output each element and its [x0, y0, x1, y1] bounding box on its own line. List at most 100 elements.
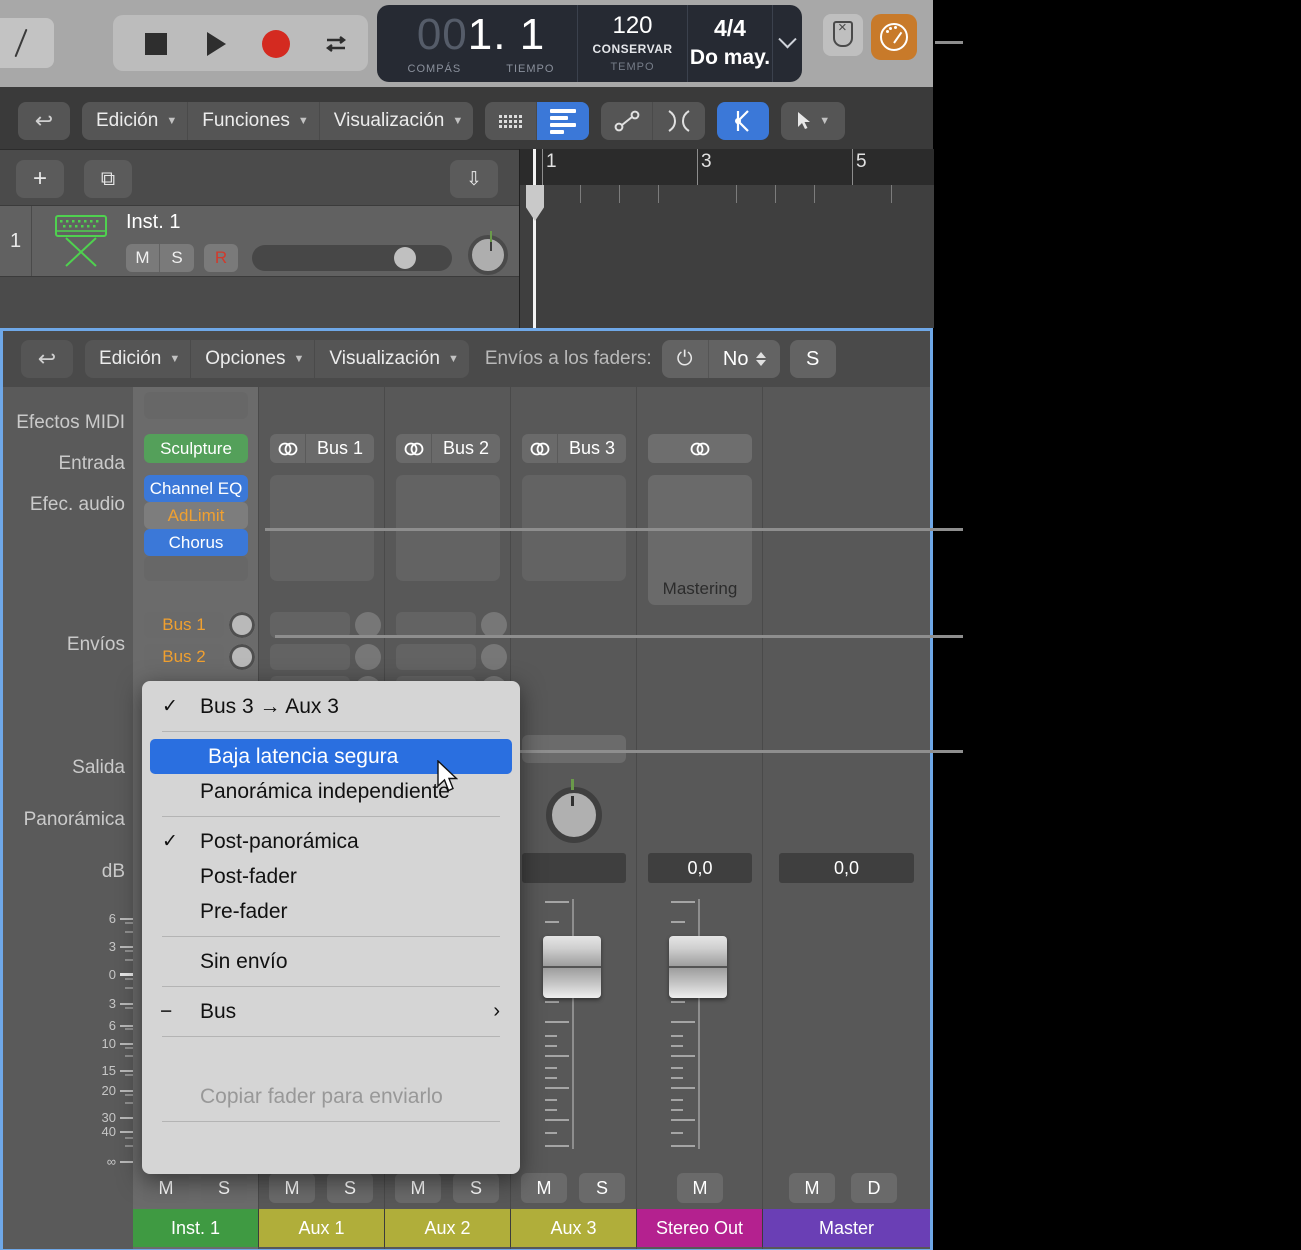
lcd-signature-section[interactable]: 4/4 Do may. [687, 5, 772, 82]
send-context-menu[interactable]: ✓ Bus 3 → Aux 3 Baja latencia segura Pan… [142, 681, 520, 1174]
duplicate-track-button[interactable]: ⧉ [84, 160, 132, 198]
grid-view-button[interactable] [485, 102, 538, 140]
channel-strip-master[interactable]: 0,0 M D [763, 387, 930, 1249]
track-volume-slider[interactable] [252, 245, 452, 271]
channel-name-aux-2[interactable]: Aux 2 [385, 1209, 511, 1247]
track-record-button[interactable]: R [204, 244, 238, 272]
menu-visualizacion[interactable]: Visualización ▼ [320, 102, 473, 140]
ctx-item-panoramica-independiente[interactable]: Panorámica independiente [142, 774, 520, 809]
audio-fx-slot-4[interactable] [144, 556, 248, 581]
flex-button[interactable] [653, 102, 705, 140]
track-name[interactable]: Inst. 1 [126, 211, 180, 234]
channel-name-master[interactable]: Master [763, 1209, 930, 1247]
channel-strip-stereo-out[interactable]: Mastering 0,0 M [637, 387, 763, 1249]
send-slot-empty[interactable] [270, 644, 350, 670]
ctx-item-bus3-aux3[interactable]: ✓ Bus 3 → Aux 3 [142, 689, 520, 724]
send-slot-empty[interactable] [396, 644, 476, 670]
solo-button-aux-1[interactable]: S [327, 1173, 373, 1203]
cycle-button[interactable] [321, 29, 351, 59]
mute-button-aux-1[interactable]: M [269, 1173, 315, 1203]
channel-name-stereo-out[interactable]: Stereo Out [637, 1209, 763, 1247]
send-slot-bus-2[interactable]: Bus 2 [144, 644, 224, 670]
ctx-item-bus-submenu[interactable]: − Bus › [142, 994, 520, 1029]
snap-button[interactable] [717, 102, 770, 140]
volume-value-stereo-out[interactable]: 0,0 [648, 853, 752, 883]
timeline-ruler[interactable]: 1 3 5 [519, 149, 934, 328]
arrange-back-button[interactable]: ↩ [18, 102, 70, 140]
mixer-menu-opciones[interactable]: Opciones ▼ [191, 340, 316, 378]
send-knob[interactable] [355, 644, 381, 670]
fader-stereo-out[interactable] [653, 899, 727, 1149]
midi-fx-slot[interactable] [144, 392, 248, 419]
fader-aux-3[interactable] [527, 899, 601, 1149]
lcd-display[interactable]: 001. 1 COMPÁS TIEMPO 120 CONSERVAR TEMPO… [377, 5, 802, 82]
channel-strip-aux-3[interactable]: Bus 3 M S [511, 387, 637, 1249]
lcd-expand-button[interactable] [772, 5, 802, 82]
audio-fx-slot-1[interactable]: Channel EQ [144, 475, 248, 502]
solo-button-aux-2[interactable]: S [453, 1173, 499, 1203]
pan-knob-aux-3[interactable] [546, 779, 602, 843]
cpu-meter-button[interactable] [871, 14, 917, 60]
mixer-menu-edicion[interactable]: Edición ▼ [85, 340, 192, 378]
mixer-extra-button[interactable]: S [789, 340, 836, 378]
tool-chip[interactable] [0, 18, 54, 68]
import-button[interactable]: ⇩ [450, 160, 498, 198]
track-mute-button[interactable]: M [126, 244, 160, 272]
dim-button-master[interactable]: D [851, 1173, 897, 1203]
mute-button-stereo-out[interactable]: M [677, 1173, 723, 1203]
volume-value-aux-3[interactable] [522, 853, 626, 883]
lcd-position-section[interactable]: 001. 1 COMPÁS TIEMPO [377, 5, 577, 82]
audio-fx-slot-2[interactable]: AdLimit [144, 502, 248, 529]
stop-button[interactable] [141, 29, 171, 59]
channel-name-aux-1[interactable]: Aux 1 [259, 1209, 385, 1247]
output-slot-aux-3[interactable] [522, 735, 626, 763]
channel-name-inst-1[interactable]: Inst. 1 [133, 1209, 259, 1247]
volume-value-master[interactable]: 0,0 [779, 853, 914, 883]
send-knob-1[interactable] [229, 612, 255, 638]
fader-cap[interactable] [543, 936, 601, 998]
ctx-item-copiar-fader[interactable] [142, 1044, 520, 1079]
track-solo-button[interactable]: S [160, 244, 194, 272]
play-button[interactable] [201, 29, 231, 59]
fader-cap[interactable] [669, 936, 727, 998]
record-button[interactable] [261, 29, 291, 59]
mute-button-aux-2[interactable]: M [395, 1173, 441, 1203]
mute-button-master[interactable]: M [789, 1173, 835, 1203]
mute-button-inst-1[interactable]: M [143, 1173, 189, 1203]
pointer-tool-button[interactable]: ▼ [781, 102, 845, 140]
solo-button-inst-1[interactable]: S [201, 1173, 247, 1203]
ctx-item-pre-fader[interactable]: Pre-fader [142, 894, 520, 929]
bypass-all-button[interactable] [823, 14, 863, 56]
lcd-tempo-section[interactable]: 120 CONSERVAR TEMPO [577, 5, 687, 82]
playhead[interactable] [533, 149, 536, 328]
mixer-back-button[interactable]: ↩ [21, 340, 73, 378]
mute-button-aux-3[interactable]: M [521, 1173, 567, 1203]
ctx-item-sin-envio[interactable]: Sin envío [142, 944, 520, 979]
input-slot-stereo-out[interactable] [648, 434, 752, 463]
input-slot-aux-1[interactable]: Bus 1 [270, 434, 374, 463]
menu-edicion[interactable]: Edición ▼ [82, 102, 189, 140]
solo-button-aux-3[interactable]: S [579, 1173, 625, 1203]
mixer-menu-visualizacion[interactable]: Visualización ▼ [315, 340, 468, 378]
input-slot-aux-3[interactable]: Bus 3 [522, 434, 626, 463]
list-view-button[interactable] [537, 102, 590, 140]
inserts-area-stereo-out[interactable]: Mastering [648, 475, 752, 605]
send-knob[interactable] [481, 644, 507, 670]
ctx-item-envios-a-los-faders[interactable] [142, 1129, 520, 1164]
channel-name-aux-3[interactable]: Aux 3 [511, 1209, 637, 1247]
send-slot-bus-1[interactable]: Bus 1 [144, 612, 224, 638]
audio-fx-slot-3[interactable]: Chorus [144, 529, 248, 556]
add-track-button[interactable]: + [16, 160, 64, 198]
send-knob-2[interactable] [229, 644, 255, 670]
sends-value-stepper[interactable]: No [707, 340, 780, 378]
menu-funciones[interactable]: Funciones ▼ [188, 102, 320, 140]
input-slot-aux-2[interactable]: Bus 2 [396, 434, 500, 463]
sends-power-button[interactable]: ⏻ [661, 340, 708, 378]
input-slot[interactable]: Sculpture [144, 434, 248, 463]
track-row[interactable]: 1 Inst. 1 M S R [0, 205, 519, 277]
track-pan-knob[interactable] [468, 231, 508, 275]
ctx-item-post-panoramica[interactable]: ✓ Post-panorámica [142, 824, 520, 859]
ctx-item-post-fader[interactable]: Post-fader [142, 859, 520, 894]
ruler-body[interactable] [520, 185, 934, 328]
automation-button[interactable] [601, 102, 654, 140]
